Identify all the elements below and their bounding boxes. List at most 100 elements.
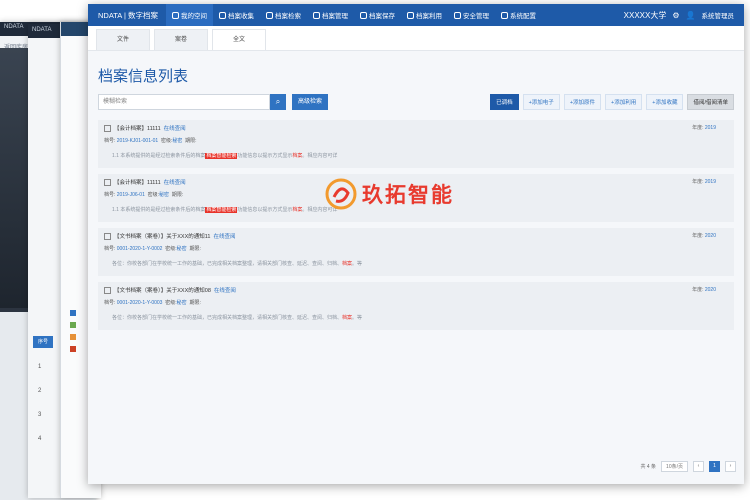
prev-page-button[interactable]: ‹ [693, 461, 704, 472]
snippet-text: 延迟、查阅、归档、 [297, 315, 343, 321]
search-icon [266, 11, 274, 19]
search-button[interactable]: ⌕ [270, 94, 286, 110]
record-card[interactable]: 【会计档案】11111 在线查阅 档号: 2019-KJ01-001-01 密级:… [98, 120, 734, 168]
nav-label: 档案检索 [275, 13, 302, 20]
bg-legend-square [70, 322, 76, 328]
snippet-highlight: 档案智能检索 [205, 153, 238, 159]
secret-value: 秘密 [172, 138, 183, 144]
home-icon [172, 11, 180, 19]
bg-table-header: 序号 [33, 336, 53, 348]
online-view-link[interactable]: 在线查阅 [214, 286, 236, 294]
snippet-keyword: 档案 [342, 261, 353, 267]
record-code: 0001-2020-1-Y-0002 [116, 246, 163, 252]
secret-value: 秘密 [176, 246, 187, 252]
nav-collect[interactable]: 档案收集 [213, 4, 260, 26]
user-name[interactable]: 系统管理员 [702, 10, 735, 20]
page-size-select[interactable]: 10条/页 [661, 461, 688, 472]
record-title[interactable]: 【会计档案】11111 [114, 124, 161, 132]
snippet-text: 。相应内容可详 [302, 153, 338, 159]
watermark-logo-icon [325, 178, 357, 210]
called-button[interactable]: 已调档 [490, 94, 519, 110]
nav-my-space[interactable]: 我的空间 [166, 4, 214, 26]
secret-value: 秘密 [176, 300, 187, 306]
advanced-search-button[interactable]: 高级检索 [292, 94, 329, 110]
add-electronic-button[interactable]: +添加电子 [522, 94, 560, 110]
period-label: 期限: [185, 138, 197, 144]
record-code: 2019-J06-01 [116, 192, 145, 198]
gear-icon[interactable]: ⚙ [672, 11, 679, 20]
add-utilize-button[interactable]: +添加利用 [605, 94, 643, 110]
record-list: 【会计档案】11111 在线查阅 档号: 2019-KJ01-001-01 密级:… [88, 112, 744, 330]
record-checkbox[interactable] [104, 286, 111, 294]
secret-label: 密级: [165, 246, 177, 252]
record-title[interactable]: 【文书档案（案卷）】关于XXX的通知08 [114, 286, 211, 294]
add-original-button[interactable]: +添加原件 [563, 94, 602, 110]
snippet-text: 各位：你校各部门在学校统一工作的基础，已完成相关档案整理，请相关部门核查、 [112, 261, 298, 267]
add-favorite-button[interactable]: +添加收藏 [646, 94, 684, 110]
record-title[interactable]: 【会计档案】11111 [114, 178, 161, 186]
snippet-highlight: 档案智能检索 [205, 207, 238, 213]
bg-legend-square [70, 310, 76, 316]
top-right-area: XXXXX大学 ⚙ 👤 系统管理员 [624, 10, 744, 21]
record-checkbox[interactable] [104, 232, 111, 240]
record-code-label: 档号: [104, 246, 117, 252]
nav-search[interactable]: 档案检索 [260, 4, 307, 26]
nav-preserve[interactable]: 档案保存 [354, 4, 401, 26]
snippet-text: 1.1 本系统提供的是经过检索条件后的档案 [112, 207, 206, 213]
borrow-list-button[interactable]: 借阅/借阅清单 [687, 94, 734, 110]
tab-bar: 文件 案卷 全文 [88, 26, 744, 51]
secret-label: 密级: [165, 300, 177, 306]
nav-label: 安全管理 [463, 13, 490, 20]
nav-security[interactable]: 安全管理 [448, 4, 495, 26]
share-icon [407, 11, 415, 19]
tab-volume[interactable]: 案卷 [154, 29, 208, 50]
snippet-keyword: 档案 [292, 153, 303, 159]
record-code: 0001-2020-1-Y-0003 [116, 300, 163, 306]
snippet-text: 延迟、查阅、归档、 [297, 261, 343, 267]
nav-settings[interactable]: 系统配置 [495, 4, 542, 26]
record-code-label: 档号: [104, 300, 117, 306]
page-number[interactable]: 1 [709, 461, 720, 472]
nav-label: 档案利用 [416, 13, 443, 20]
nav-label: 档案收集 [228, 13, 255, 20]
app-logo[interactable]: NDATA | 数字档案 [88, 10, 166, 21]
snippet-text: 功能信息以提示方式显示 [237, 207, 293, 213]
bg-row-number: 3 [38, 412, 42, 418]
bg-legend-square [70, 334, 76, 340]
tab-fulltext[interactable]: 全文 [212, 29, 266, 50]
record-checkbox[interactable] [104, 178, 111, 186]
record-title[interactable]: 【文书档案（案卷）】关于XXX的通知11 [114, 232, 210, 240]
nav-manage[interactable]: 档案管理 [307, 4, 354, 26]
online-view-link[interactable]: 在线查阅 [164, 124, 186, 132]
pager-total: 共 4 条 [640, 464, 657, 470]
record-card[interactable]: 【文书档案（案卷）】关于XXX的通知11 在线查阅 档号: 0001-2020-1… [98, 228, 734, 276]
snippet-text: 各位：你校各部门在学校统一工作的基础，已完成相关档案整理，请相关部门核查、 [112, 315, 298, 321]
snippet-keyword: 档案 [342, 315, 353, 321]
snippet-text: 1.1 本系统提供的是经过检索条件后的档案 [112, 153, 206, 159]
search-input[interactable]: 模糊检索 [98, 94, 270, 110]
nav-label: 系统配置 [510, 13, 537, 20]
tab-file[interactable]: 文件 [96, 29, 150, 50]
bg-row-number: 4 [38, 436, 42, 442]
search-icon: ⌕ [275, 97, 281, 106]
secret-label: 密级: [147, 192, 160, 198]
archive-icon [360, 11, 368, 19]
shield-icon [454, 11, 462, 19]
nav-label: 我的空间 [181, 13, 208, 20]
year-value: 2020 [704, 287, 716, 293]
nav-utilize[interactable]: 档案利用 [401, 4, 448, 26]
next-page-button[interactable]: › [725, 461, 736, 472]
record-card[interactable]: 【文书档案（案卷）】关于XXX的通知08 在线查阅 档号: 0001-2020-1… [98, 282, 734, 330]
top-nav-bar: NDATA | 数字档案 我的空间 档案收集 档案检索 档案管理 档案保存 档案… [88, 4, 744, 26]
year-label: 年度: [692, 287, 704, 293]
watermark: 玖拓智能 [324, 177, 454, 211]
snippet-keyword: 档案 [292, 207, 303, 213]
period-label: 期限: [189, 300, 201, 306]
toolbar: 模糊检索 ⌕ 高级检索 已调档 +添加电子 +添加原件 +添加利用 +添加收藏 … [88, 92, 744, 112]
user-icon[interactable]: 👤 [686, 11, 696, 20]
record-checkbox[interactable] [104, 124, 111, 132]
online-view-link[interactable]: 在线查阅 [213, 232, 235, 240]
period-label: 期限: [171, 192, 184, 198]
page-title: 档案信息列表 [98, 68, 189, 85]
online-view-link[interactable]: 在线查阅 [164, 178, 186, 186]
